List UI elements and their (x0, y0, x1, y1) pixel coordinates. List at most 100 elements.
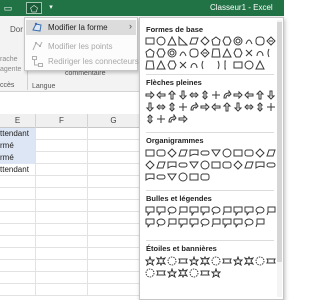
shape-thumbnail-icon[interactable] (200, 90, 210, 100)
shape-thumbnail-icon[interactable] (244, 206, 254, 216)
shape-thumbnail-icon[interactable] (222, 218, 232, 228)
cell-e[interactable]: rmé (0, 140, 36, 152)
shape-thumbnail-icon[interactable] (167, 60, 177, 70)
shape-thumbnail-icon[interactable] (222, 148, 232, 158)
shape-thumbnail-icon[interactable] (189, 268, 199, 278)
shape-thumbnail-icon[interactable] (145, 102, 155, 112)
column-header-g[interactable]: G (88, 114, 140, 128)
cell-f[interactable] (36, 152, 88, 164)
cell-f[interactable] (36, 236, 88, 248)
shape-thumbnail-icon[interactable] (167, 160, 177, 170)
shape-thumbnail-icon[interactable] (244, 102, 254, 112)
cell-f[interactable] (36, 272, 88, 284)
shape-thumbnail-icon[interactable] (211, 36, 221, 46)
cell-e[interactable] (0, 200, 36, 212)
shape-thumbnail-icon[interactable] (211, 90, 221, 100)
shape-thumbnail-icon[interactable] (244, 60, 254, 70)
shape-thumbnail-icon[interactable] (189, 60, 199, 70)
shape-thumbnail-icon[interactable] (156, 48, 166, 58)
shape-thumbnail-icon[interactable] (200, 172, 210, 182)
cell-e[interactable] (0, 188, 36, 200)
ribbon-tab-fragment[interactable]: Dor (10, 25, 23, 34)
shape-thumbnail-icon[interactable] (200, 48, 210, 58)
cell-e[interactable]: ttendant (0, 128, 36, 140)
cell-f[interactable] (36, 248, 88, 260)
shape-thumbnail-icon[interactable] (167, 218, 177, 228)
shape-thumbnail-icon[interactable] (255, 206, 265, 216)
shape-thumbnail-icon[interactable] (156, 160, 166, 170)
shape-thumbnail-icon[interactable] (244, 36, 254, 46)
cell-e[interactable] (0, 212, 36, 224)
shape-thumbnail-icon[interactable] (167, 148, 177, 158)
shape-thumbnail-icon[interactable] (156, 102, 166, 112)
shape-thumbnail-icon[interactable] (233, 102, 243, 112)
shape-thumbnail-icon[interactable] (145, 90, 155, 100)
shape-thumbnail-icon[interactable] (200, 218, 210, 228)
shape-thumbnail-icon[interactable] (145, 206, 155, 216)
cell-f[interactable] (36, 224, 88, 236)
shape-thumbnail-icon[interactable] (255, 218, 265, 228)
shape-thumbnail-icon[interactable] (189, 90, 199, 100)
shape-thumbnail-icon[interactable] (167, 114, 177, 124)
cell-g[interactable] (88, 164, 140, 176)
cell-g[interactable] (88, 284, 140, 296)
shape-thumbnail-icon[interactable] (145, 148, 155, 158)
shape-thumbnail-icon[interactable] (211, 206, 221, 216)
shape-thumbnail-icon[interactable] (200, 206, 210, 216)
cell-e[interactable] (0, 224, 36, 236)
shape-thumbnail-icon[interactable] (156, 114, 166, 124)
shape-thumbnail-icon[interactable] (189, 172, 199, 182)
shape-thumbnail-icon[interactable] (266, 90, 276, 100)
shape-thumbnail-icon[interactable] (167, 102, 177, 112)
column-header-e[interactable]: E (0, 114, 36, 128)
shape-thumbnail-icon[interactable] (222, 48, 232, 58)
shape-thumbnail-icon[interactable] (189, 48, 199, 58)
shape-thumbnail-icon[interactable] (266, 256, 276, 266)
shape-thumbnail-icon[interactable] (255, 102, 265, 112)
cell-g[interactable] (88, 248, 140, 260)
cell-g[interactable] (88, 212, 140, 224)
cell-e[interactable] (0, 176, 36, 188)
cell-g[interactable] (88, 188, 140, 200)
cell-f[interactable] (36, 212, 88, 224)
shape-thumbnail-icon[interactable] (255, 36, 265, 46)
shape-thumbnail-icon[interactable] (145, 256, 155, 266)
shape-thumbnail-icon[interactable] (233, 90, 243, 100)
menu-item-rediriger-les-connecteurs[interactable]: Rediriger les connecteurs (26, 54, 139, 69)
shape-thumbnail-icon[interactable] (244, 160, 254, 170)
shape-thumbnail-icon[interactable] (222, 206, 232, 216)
shape-thumbnail-icon[interactable] (266, 36, 276, 46)
shape-thumbnail-icon[interactable] (145, 60, 155, 70)
shape-thumbnail-icon[interactable] (156, 172, 166, 182)
cell-g[interactable] (88, 236, 140, 248)
cell-e[interactable]: ttendant (0, 164, 36, 176)
shape-thumbnail-icon[interactable] (222, 160, 232, 170)
cell-f[interactable] (36, 176, 88, 188)
shape-thumbnail-icon[interactable] (255, 160, 265, 170)
shape-thumbnail-icon[interactable] (266, 148, 276, 158)
shape-thumbnail-icon[interactable] (178, 90, 188, 100)
cell-g[interactable] (88, 200, 140, 212)
shape-thumbnail-icon[interactable] (167, 172, 177, 182)
shape-thumbnail-icon[interactable] (200, 102, 210, 112)
shape-thumbnail-icon[interactable] (178, 256, 188, 266)
shape-thumbnail-icon[interactable] (233, 48, 243, 58)
shape-thumbnail-icon[interactable] (178, 172, 188, 182)
shape-thumbnail-icon[interactable] (244, 90, 254, 100)
cell-g[interactable] (88, 128, 140, 140)
shape-thumbnail-icon[interactable] (145, 172, 155, 182)
shape-thumbnail-icon[interactable] (156, 256, 166, 266)
shape-thumbnail-icon[interactable] (178, 160, 188, 170)
shape-thumbnail-icon[interactable] (178, 114, 188, 124)
shape-thumbnail-icon[interactable] (233, 60, 243, 70)
shape-thumbnail-icon[interactable] (222, 90, 232, 100)
cell-f[interactable] (36, 128, 88, 140)
cell-e[interactable] (0, 236, 36, 248)
shape-thumbnail-icon[interactable] (145, 218, 155, 228)
shape-thumbnail-icon[interactable] (167, 256, 177, 266)
cell-f[interactable] (36, 200, 88, 212)
shape-thumbnail-icon[interactable] (200, 36, 210, 46)
shape-thumbnail-icon[interactable] (233, 148, 243, 158)
shape-thumbnail-icon[interactable] (167, 48, 177, 58)
shape-thumbnail-icon[interactable] (178, 148, 188, 158)
